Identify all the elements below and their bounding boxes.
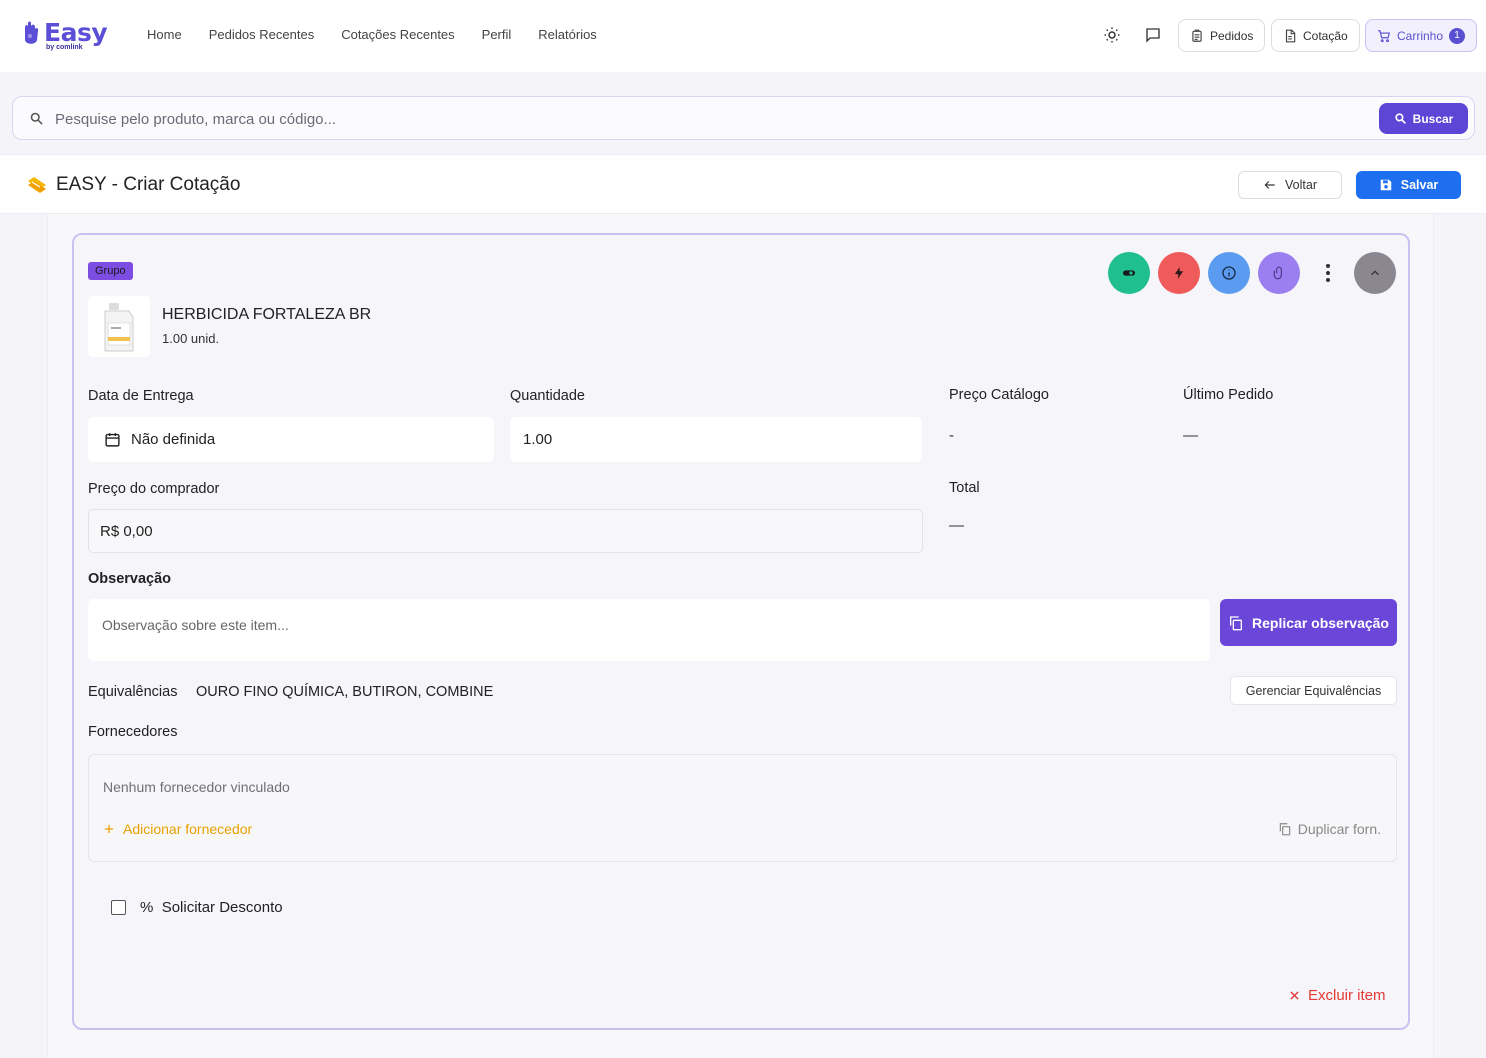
page-title: EASY - Criar Cotação — [56, 174, 241, 195]
suppliers-empty-text: Nenhum fornecedor vinculado — [103, 779, 290, 795]
total-value: — — [949, 517, 964, 534]
voltar-label: Voltar — [1285, 178, 1317, 192]
buyer-price-value: R$ 0,00 — [100, 522, 153, 540]
replicate-observation-button[interactable]: Replicar observação — [1220, 599, 1397, 646]
manage-equivalences-button[interactable]: Gerenciar Equivalências — [1230, 676, 1397, 705]
catalog-price-label: Preço Catálogo — [949, 387, 1049, 403]
quote-item-card: Grupo HERBICIDA FORTALEZA BR 1.00 unid. … — [72, 233, 1410, 1030]
catalog-price-value: - — [949, 427, 954, 444]
delivery-date-field[interactable]: Não definida — [88, 417, 494, 462]
observation-label: Observação — [88, 571, 172, 587]
last-order-value: — — [1183, 427, 1198, 444]
carrinho-button[interactable]: Carrinho 1 — [1365, 19, 1478, 52]
calendar-icon — [105, 433, 120, 447]
cart-count-badge: 1 — [1449, 27, 1466, 44]
add-supplier-link[interactable]: Adicionar fornecedor — [103, 821, 252, 837]
buyer-price-field[interactable]: R$ 0,00 — [88, 509, 923, 553]
product-search-bar: Buscar — [12, 96, 1475, 140]
equivalences-label: Equivalências — [88, 684, 178, 700]
suppliers-box: Nenhum fornecedor vinculado Adicionar fo… — [88, 754, 1397, 862]
pedidos-button-label: Pedidos — [1210, 28, 1254, 43]
copy-icon — [1230, 615, 1243, 630]
info-action-button[interactable] — [1208, 252, 1250, 294]
main-nav: Home Pedidos Recentes Cotações Recentes … — [147, 27, 624, 42]
delivery-date-label: Data de Entrega — [88, 388, 194, 404]
search-input[interactable] — [55, 107, 1355, 131]
delivery-date-value: Não definida — [131, 431, 216, 448]
page-header: EASY - Criar Cotação Voltar Salvar — [0, 154, 1486, 214]
copy-icon — [1279, 823, 1290, 836]
quote-tag-icon — [28, 177, 46, 193]
document-icon — [1285, 29, 1296, 42]
nav-pedidos-recentes[interactable]: Pedidos Recentes — [209, 27, 315, 42]
nav-cotacoes-recentes[interactable]: Cotações Recentes — [341, 27, 454, 42]
quantity-field[interactable]: 1.00 — [510, 417, 922, 462]
nav-relatorios[interactable]: Relatórios — [538, 27, 597, 42]
group-tag: Grupo — [88, 262, 133, 280]
carrinho-button-label: Carrinho — [1397, 28, 1444, 43]
easy-logo[interactable]: Easy by comlink — [22, 18, 108, 54]
percent-icon: % — [140, 899, 154, 916]
top-navigation-bar: Easy by comlink Home Pedidos Recentes Co… — [0, 0, 1486, 72]
urgent-action-button[interactable] — [1158, 252, 1200, 294]
easy-logo-icon — [22, 20, 42, 48]
product-quantity: 1.00 unid. — [162, 331, 220, 346]
replicate-observation-label: Replicar observação — [1252, 614, 1389, 631]
search-icon — [30, 112, 43, 125]
plus-icon — [105, 825, 113, 833]
theme-toggle-sun-icon[interactable] — [1102, 25, 1122, 45]
brand-subtitle: by comlink — [46, 44, 83, 51]
delete-item-label: Excluir item — [1308, 987, 1386, 1004]
suppliers-label: Fornecedores — [88, 724, 178, 740]
paperclip-icon — [1273, 266, 1282, 280]
close-icon — [1290, 991, 1299, 1000]
messages-icon[interactable] — [1143, 25, 1163, 45]
equivalences-value: OURO FINO QUÍMICA, BUTIRON, COMBINE — [196, 684, 494, 700]
search-icon — [1395, 113, 1406, 124]
cotacao-button[interactable]: Cotação — [1271, 19, 1360, 52]
add-supplier-label: Adicionar fornecedor — [123, 821, 253, 837]
toggle-icon — [1123, 270, 1135, 276]
save-icon — [1380, 179, 1391, 191]
voltar-button[interactable]: Voltar — [1238, 171, 1342, 199]
quantity-value: 1.00 — [523, 431, 553, 448]
request-discount-checkbox[interactable] — [111, 900, 126, 915]
total-label: Total — [949, 480, 980, 496]
brand-name: Easy — [44, 18, 108, 47]
duplicate-supplier-link[interactable]: Duplicar forn. — [1278, 821, 1381, 837]
delete-item-button[interactable]: Excluir item — [1289, 987, 1386, 1004]
buscar-button[interactable]: Buscar — [1379, 103, 1468, 134]
duplicate-supplier-label: Duplicar forn. — [1297, 821, 1381, 837]
nav-perfil[interactable]: Perfil — [482, 27, 512, 42]
observation-input[interactable]: Observação sobre este item... — [88, 599, 1210, 661]
request-discount-option[interactable]: % Solicitar Desconto — [111, 899, 283, 916]
salvar-button[interactable]: Salvar — [1356, 171, 1461, 199]
cotacao-button-label: Cotação — [1303, 28, 1348, 43]
attachment-action-button[interactable] — [1258, 252, 1300, 294]
arrow-left-icon — [1264, 181, 1275, 189]
lightning-icon — [1174, 267, 1184, 279]
nav-home[interactable]: Home — [147, 27, 182, 42]
pedidos-button[interactable]: Pedidos — [1178, 19, 1266, 52]
collapse-button[interactable] — [1354, 252, 1396, 294]
toggle-action-button[interactable] — [1108, 252, 1150, 294]
last-order-label: Último Pedido — [1183, 387, 1274, 403]
more-options-icon[interactable] — [1320, 261, 1336, 285]
buscar-button-label: Buscar — [1412, 111, 1454, 126]
salvar-label: Salvar — [1400, 178, 1439, 192]
product-name: HERBICIDA FORTALEZA BR — [162, 306, 372, 323]
clipboard-icon — [1192, 29, 1202, 42]
quantity-label: Quantidade — [510, 388, 585, 404]
info-icon — [1222, 266, 1236, 280]
cart-icon — [1378, 29, 1390, 42]
request-discount-label: Solicitar Desconto — [161, 899, 283, 916]
chevron-up-icon — [1371, 270, 1379, 276]
buyer-price-label: Preço do comprador — [88, 481, 220, 497]
product-image — [88, 296, 150, 357]
